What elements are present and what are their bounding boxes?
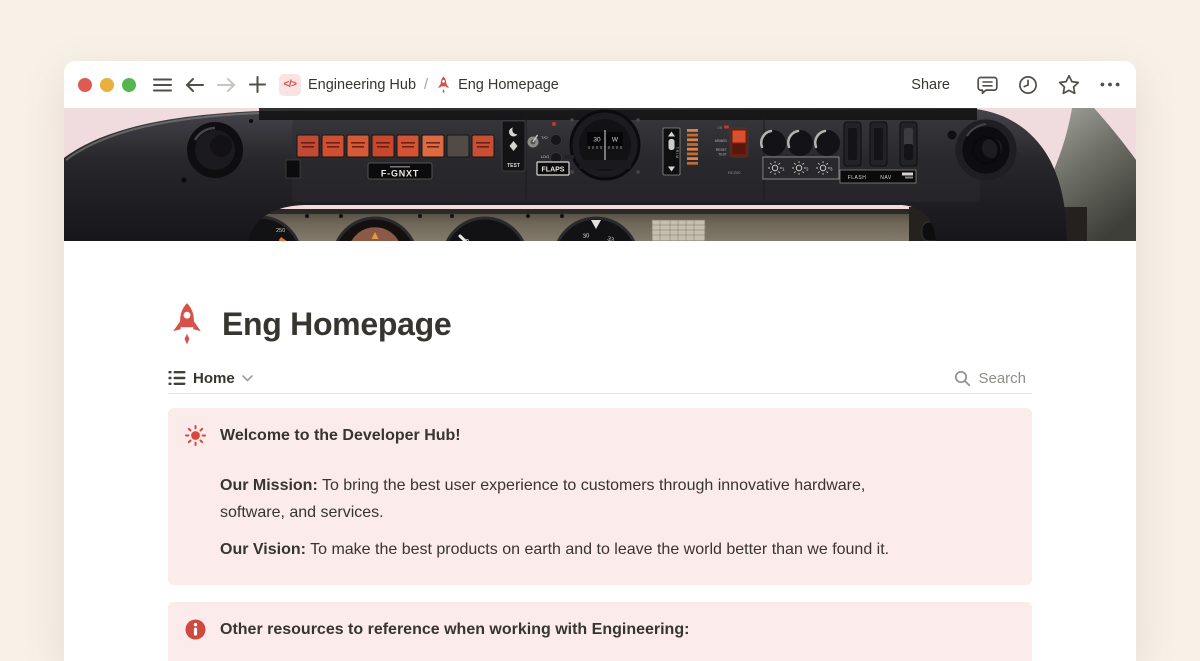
welcome-callout[interactable]: Welcome to the Developer Hub! Our Missio… — [168, 408, 1032, 585]
topbar-actions: Share — [911, 74, 1122, 95]
sun-icon — [185, 425, 206, 446]
page-body: Eng Homepage Home — [64, 302, 1136, 661]
breadcrumb: </> Engineering Hub / Eng Homepage — [279, 74, 559, 96]
svg-text:TEST: TEST — [507, 163, 520, 169]
svg-text:ON: ON — [717, 126, 723, 130]
svg-text:T/O: T/O — [541, 135, 548, 140]
topbar: </> Engineering Hub / Eng Homepage Share — [64, 61, 1136, 108]
svg-text:W: W — [612, 137, 619, 144]
clock-icon — [1018, 75, 1038, 95]
app-window: </> Engineering Hub / Eng Homepage Share — [64, 61, 1136, 661]
comment-icon — [977, 75, 998, 95]
desktop-canvas: { "topbar": { "breadcrumb": { "workspace… — [0, 0, 1200, 630]
hamburger-icon — [153, 78, 172, 92]
favorite-button[interactable] — [1058, 74, 1080, 95]
vision-text: To make the best products on earth and t… — [306, 541, 889, 558]
page-cover[interactable]: 250 200 9 27 30 33 — [64, 108, 1136, 241]
breadcrumb-workspace[interactable]: Engineering Hub — [308, 77, 416, 93]
toc-icon — [168, 370, 186, 386]
back-button[interactable] — [185, 77, 204, 93]
more-button[interactable] — [1100, 82, 1120, 87]
svg-text:TRIM: TRIM — [675, 147, 679, 159]
search-button[interactable]: Search — [954, 370, 1032, 387]
code-chip-icon[interactable]: </> — [279, 74, 301, 96]
chevron-down-icon — [242, 375, 253, 382]
traffic-lights — [78, 78, 136, 92]
svg-text:RESET: RESET — [716, 148, 727, 152]
back-arrow-icon — [185, 77, 204, 93]
mission-lead: Our Mission: — [220, 477, 318, 494]
breadcrumb-separator: / — [423, 77, 429, 93]
page-rocket-icon[interactable] — [168, 302, 206, 346]
view-tab-label: Home — [193, 370, 235, 387]
forward-arrow-icon — [217, 77, 236, 93]
share-button[interactable]: Share — [911, 77, 950, 93]
updates-button[interactable] — [1018, 75, 1038, 95]
search-label: Search — [978, 370, 1026, 387]
star-icon — [1058, 74, 1080, 95]
minimize-button[interactable] — [100, 78, 114, 92]
resources-callout[interactable]: Other resources to reference when workin… — [168, 602, 1032, 661]
light-switches: FLASH NAV — [840, 122, 917, 183]
svg-text:F-GNXT: F-GNXT — [381, 169, 419, 179]
callout-body: Our Mission: To bring the best user expe… — [220, 472, 1012, 563]
svg-text:250: 250 — [276, 228, 285, 234]
view-tab-home[interactable]: Home — [168, 370, 253, 387]
svg-text:LDG: LDG — [541, 154, 549, 159]
page-header: Eng Homepage — [168, 302, 1032, 346]
callout-heading: Welcome to the Developer Hub! — [220, 425, 461, 446]
svg-text:NAV: NAV — [880, 175, 892, 181]
view-tabs-row: Home Search — [168, 363, 1032, 394]
vision-lead: Our Vision: — [220, 541, 306, 558]
svg-text:TEST: TEST — [718, 153, 727, 157]
svg-text:RC200: RC200 — [728, 170, 741, 175]
comments-button[interactable] — [977, 75, 998, 95]
breadcrumb-page[interactable]: Eng Homepage — [458, 77, 559, 93]
zoom-button[interactable] — [122, 78, 136, 92]
page-title[interactable]: Eng Homepage — [222, 306, 451, 343]
svg-text:FLAPS: FLAPS — [542, 167, 565, 174]
test-panel: TEST — [502, 121, 525, 171]
plus-icon — [249, 76, 266, 93]
vision-paragraph: Our Vision: To make the best products on… — [220, 536, 920, 563]
svg-text:FLASH: FLASH — [848, 175, 867, 181]
cockpit-cover-image: 250 200 9 27 30 33 — [64, 108, 1136, 241]
search-icon — [954, 370, 971, 387]
ellipsis-icon — [1100, 82, 1120, 87]
forward-button[interactable] — [217, 77, 236, 93]
new-page-button[interactable] — [249, 76, 266, 93]
svg-text:30: 30 — [593, 137, 601, 144]
sidebar-toggle-button[interactable] — [153, 78, 172, 92]
rocket-icon — [436, 76, 451, 94]
close-button[interactable] — [78, 78, 92, 92]
mission-paragraph: Our Mission: To bring the best user expe… — [220, 472, 920, 526]
mission-text: To bring the best user experience to cus… — [220, 477, 865, 521]
svg-text:ARMED: ARMED — [715, 139, 728, 143]
